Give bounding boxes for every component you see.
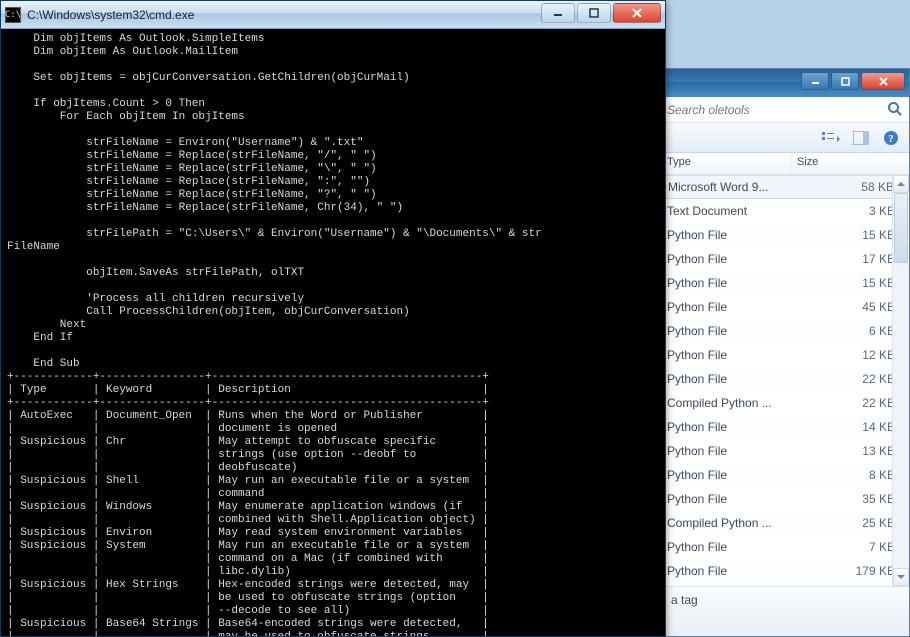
explorer-window: ? Type Size Microsoft Word 9...58 KBText… xyxy=(660,68,910,637)
preview-pane-icon xyxy=(853,131,869,145)
file-list-row[interactable]: Compiled Python ...22 KB xyxy=(661,391,909,415)
file-type-cell: Python File xyxy=(661,300,791,314)
maximize-icon xyxy=(841,77,850,86)
chevron-down-icon xyxy=(897,574,905,580)
maximize-button[interactable] xyxy=(831,72,859,90)
cmd-titlebar[interactable]: C:\ C:\Windows\system32\cmd.exe xyxy=(1,1,665,29)
maximize-button[interactable] xyxy=(577,3,611,23)
file-type-cell: Python File xyxy=(661,540,791,554)
file-type-cell: Compiled Python ... xyxy=(661,396,791,410)
minimize-button[interactable] xyxy=(801,72,829,90)
file-type-cell: Python File xyxy=(661,444,791,458)
file-list-row[interactable]: Python File45 KB xyxy=(661,295,909,319)
svg-text:?: ? xyxy=(888,133,894,145)
file-list-row[interactable]: Python File13 KB xyxy=(661,439,909,463)
minimize-icon xyxy=(811,77,820,86)
search-icon[interactable] xyxy=(887,101,903,117)
file-list-row[interactable]: Python File6 KB xyxy=(661,319,909,343)
file-type-cell: Python File xyxy=(661,372,791,386)
file-type-cell: Text Document xyxy=(661,204,791,218)
cmd-icon: C:\ xyxy=(5,7,21,23)
minimize-icon xyxy=(553,8,563,18)
close-icon xyxy=(631,8,643,18)
file-list-row[interactable]: Python File7 KB xyxy=(661,535,909,559)
close-icon xyxy=(878,77,889,86)
column-header-type[interactable]: Type xyxy=(661,153,791,174)
preview-pane-button[interactable] xyxy=(851,128,871,148)
explorer-search[interactable] xyxy=(661,97,909,123)
file-list-row[interactable]: Python File8 KB xyxy=(661,463,909,487)
file-list-row[interactable]: Python File14 KB xyxy=(661,415,909,439)
cmd-window: C:\ C:\Windows\system32\cmd.exe Dim objI… xyxy=(0,0,666,637)
cmd-output[interactable]: Dim objItems As Outlook.SimpleItems Dim … xyxy=(1,29,665,636)
file-list-row[interactable]: Python File179 KB xyxy=(661,559,909,583)
minimize-button[interactable] xyxy=(541,3,575,23)
file-type-cell: Python File xyxy=(661,276,791,290)
file-type-cell: Python File xyxy=(661,564,791,578)
explorer-toolbar: ? xyxy=(661,123,909,153)
explorer-titlebar[interactable] xyxy=(661,69,909,97)
explorer-file-list[interactable]: Microsoft Word 9...58 KBText Document3 K… xyxy=(661,175,909,586)
column-header-size[interactable]: Size xyxy=(791,153,909,174)
file-size-cell: 58 KB xyxy=(792,180,908,194)
file-type-cell: Compiled Python ... xyxy=(661,516,791,530)
file-list-row[interactable]: Python File22 KB xyxy=(661,367,909,391)
details-text: a tag xyxy=(671,593,698,607)
scrollbar-track[interactable] xyxy=(893,193,909,568)
file-type-cell: Python File xyxy=(661,324,791,338)
help-button[interactable]: ? xyxy=(881,128,901,148)
cmd-title: C:\Windows\system32\cmd.exe xyxy=(27,8,194,22)
search-input[interactable] xyxy=(661,97,909,122)
scroll-down-button[interactable] xyxy=(893,568,909,586)
file-list-row[interactable]: Compiled Python ...25 KB xyxy=(661,511,909,535)
file-list-row[interactable]: Text Document3 KB xyxy=(661,199,909,223)
scroll-up-button[interactable] xyxy=(893,175,909,193)
scrollbar-thumb[interactable] xyxy=(894,193,908,263)
file-list-row[interactable]: Python File17 KB xyxy=(661,247,909,271)
explorer-column-headers: Type Size xyxy=(661,153,909,175)
maximize-icon xyxy=(589,8,599,18)
file-list-row[interactable]: Microsoft Word 9...58 KB xyxy=(661,175,909,199)
file-list-row[interactable]: Python File178 KB xyxy=(661,583,909,586)
file-list-row[interactable]: Python File35 KB xyxy=(661,487,909,511)
file-list-row[interactable]: Python File15 KB xyxy=(661,271,909,295)
file-type-cell: Python File xyxy=(661,420,791,434)
vertical-scrollbar[interactable] xyxy=(892,175,909,586)
close-button[interactable] xyxy=(861,72,905,90)
help-icon: ? xyxy=(883,130,899,146)
chevron-up-icon xyxy=(897,181,905,187)
file-type-cell: Python File xyxy=(661,348,791,362)
file-list-row[interactable]: Python File15 KB xyxy=(661,223,909,247)
file-type-cell: Python File xyxy=(661,468,791,482)
explorer-details-pane: a tag xyxy=(661,586,909,636)
close-button[interactable] xyxy=(613,3,661,23)
view-options-icon xyxy=(822,131,840,145)
file-type-cell: Microsoft Word 9... xyxy=(662,180,792,194)
file-list-row[interactable]: Python File12 KB xyxy=(661,343,909,367)
file-type-cell: Python File xyxy=(661,492,791,506)
file-type-cell: Python File xyxy=(661,252,791,266)
file-type-cell: Python File xyxy=(661,228,791,242)
view-options-button[interactable] xyxy=(821,128,841,148)
